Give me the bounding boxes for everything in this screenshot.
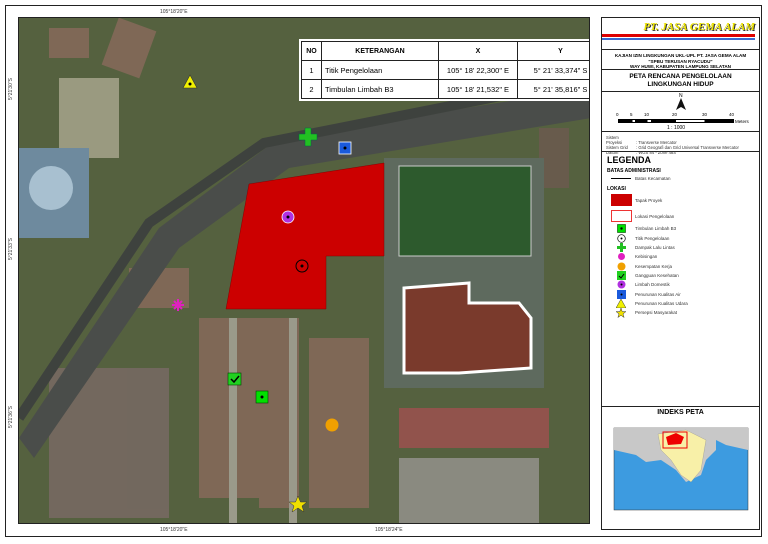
coordinate-table: NO KETERANGAN X Y 1 Titik Pengelolaan 105° 18… — [299, 39, 589, 101]
management-area-icon — [610, 210, 632, 223]
legend-label: Penurunan Kualitas Udara — [635, 300, 688, 306]
legend-label: Persepsi Masyarakat — [635, 310, 678, 316]
index-map-image — [613, 427, 749, 511]
magenta-asterisk-icon — [607, 252, 635, 261]
tick-left-3: 5°21'36"S — [8, 406, 14, 428]
legend-label: Timbulan Limbah B3 — [635, 226, 677, 232]
legend-item: Penurunan Kualitas Air — [607, 289, 754, 299]
tick-top-left: 105°18'20"E — [160, 9, 188, 15]
header-keterangan: KETERANGAN — [321, 41, 439, 61]
cell-no: 2 — [301, 79, 322, 99]
map-title: PETA RENCANA PENGELOLAAN LINGKUNGAN HIDU… — [602, 70, 759, 92]
company-name: PT. JASA GEMA ALAM — [643, 21, 755, 33]
orange-circle-icon — [607, 262, 635, 271]
cell-no: 1 — [301, 60, 322, 80]
green-square-dot-icon — [607, 224, 635, 234]
index-title: INDEKS PETA — [657, 409, 704, 416]
scale-tick: 20 — [672, 112, 678, 117]
map-title-line: PETA RENCANA PENGELOLAAN — [629, 73, 732, 80]
project-site-icon — [610, 194, 632, 207]
cell-x: 105° 18' 21,532" E — [438, 79, 518, 99]
tick-bottom-right: 105°18'24"E — [375, 527, 403, 533]
legend-item: Timbulan Limbah B3 — [607, 224, 754, 234]
cell-ket: Timbulan Limbah B3 — [321, 79, 439, 99]
legend-item: Persepsi Masyarakat — [607, 307, 754, 318]
yellow-triangle-icon — [607, 298, 635, 308]
company-logo: PT. JASA GEMA ALAM — [602, 18, 759, 50]
legend-item: Limbah Domestik — [607, 280, 754, 289]
legend-item: Penurunan Kualitas Udara — [607, 298, 754, 308]
scale-tick: 30 — [702, 112, 708, 117]
map-title-line: LINGKUNGAN HIDUP — [647, 81, 714, 88]
scale-bar — [618, 119, 734, 123]
scale-ratio: 1 : 1000 — [667, 125, 686, 131]
north-arrow-icon — [676, 98, 686, 110]
legend-label: Tapak Proyek — [635, 197, 663, 203]
scale-tick: 10 — [644, 112, 650, 117]
scale-tick: 0 — [616, 112, 619, 117]
table-row: 1 Titik Pengelolaan 105° 18' 22,300" E 5° 2… — [301, 60, 589, 80]
green-cross-icon — [607, 243, 635, 253]
boundary-line-icon — [611, 177, 631, 180]
green-check-icon — [607, 270, 635, 280]
yellow-star-icon — [607, 307, 635, 318]
study-title: KAJIAN IZIN LINGKUNGAN UKL-UPL PT. JASA … — [602, 50, 759, 70]
sys-key: Sistem Proyeksi — [606, 135, 623, 145]
satellite-map[interactable]: NO KETERANGAN X Y 1 Titik Pengelolaan 105° 18… — [18, 17, 590, 524]
cell-y: 5° 21' 35,816" S — [517, 79, 589, 99]
legend-label: Penurunan Kualitas Air — [635, 291, 681, 297]
scale-tick: 5 — [630, 112, 633, 117]
tick-bottom-left: 105°18'20"E — [160, 527, 188, 533]
legend-item: Kebisingan — [607, 252, 754, 261]
purple-circle-icon — [281, 210, 295, 224]
blue-square-icon — [607, 289, 635, 299]
legend-label: Batas Kecamatan — [635, 176, 671, 182]
legend-label: Dampak Lalu Lintas — [635, 245, 675, 251]
green-square-icon — [255, 390, 269, 404]
header-x: X — [438, 41, 518, 61]
map-info-panel: PT. JASA GEMA ALAM KAJIAN IZIN LINGKUNGA… — [601, 17, 760, 530]
circle-dot-icon — [607, 234, 635, 243]
tick-left-1: 5°21'30"S — [8, 78, 14, 100]
scale-unit: Meters — [735, 119, 749, 124]
legend-item: Dampak Lalu Lintas — [607, 243, 754, 253]
study-line: WAY HUWI, KABUPATEN LAMPUNG SELATAN — [630, 64, 731, 69]
legend-item: Tapak Proyek — [607, 192, 754, 208]
projection-info: Sistem Proyeksi: Transverse Mercator Sis… — [602, 132, 759, 155]
north-and-scale: N 0 5 10 20 30 40 Meters 1 : 1000 — [602, 92, 759, 132]
legend-label: Lokasi Pengelolaan — [635, 213, 675, 219]
scale-ticks: 0 5 10 20 30 40 — [616, 112, 736, 117]
cell-y: 5° 21' 33,374" S — [517, 60, 589, 80]
purple-circle-icon — [607, 280, 635, 289]
legend-item: Gangguan Kesehatan — [607, 270, 754, 280]
scale-tick: 40 — [729, 112, 735, 117]
legend-label: Kebisingan — [635, 254, 658, 260]
legend-item: Lokasi Pengelolaan — [607, 208, 754, 224]
legend-item: Kesempatan Kerja — [607, 261, 754, 271]
check-icon — [227, 372, 242, 386]
study-line: KAJIAN IZIN LINGKUNGAN UKL-UPL PT. JASA … — [614, 53, 747, 58]
header-no: NO — [301, 41, 322, 61]
blue-square-icon — [338, 141, 352, 155]
cell-x: 105° 18' 22,300" E — [438, 60, 518, 80]
tick-left-2: 5°21'33"S — [8, 238, 14, 260]
table-row: 2 Timbulan Limbah B3 105° 18' 21,532" E 5° … — [301, 79, 589, 99]
football-field — [398, 165, 532, 257]
legend-item: Titik Pengelolaan — [607, 234, 754, 243]
legend-label: Limbah Domestik — [635, 282, 670, 288]
header-y: Y — [517, 41, 589, 61]
orange-circle-icon — [325, 418, 339, 432]
legend-title: LEGENDA — [607, 155, 652, 165]
legend-label: Gangguan Kesehatan — [635, 272, 679, 278]
legend-label: Kesempatan Kerja — [635, 263, 673, 269]
legend-item: Batas Kecamatan — [607, 174, 754, 183]
index-map: INDEKS PETA — [602, 407, 759, 531]
legend: LEGENDA BATAS ADMINISTRASI Batas Kecamat… — [602, 152, 759, 407]
cell-ket: Titik Pengelolaan — [321, 60, 439, 80]
legend-label: Titik Pengelolaan — [635, 235, 670, 241]
